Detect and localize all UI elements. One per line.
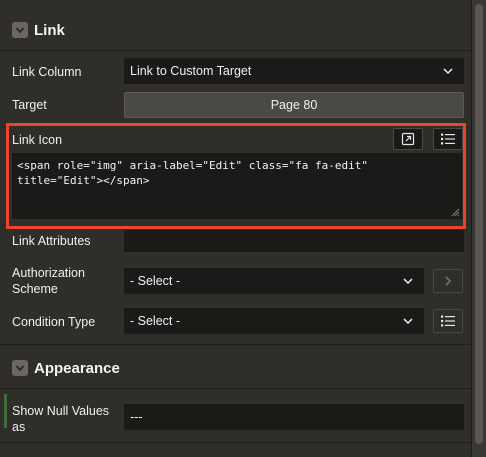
authorization-scheme-value: - Select - <box>130 274 181 288</box>
property-editor-panel: Link Link Column Link to Custom Target T… <box>0 0 472 457</box>
target-button[interactable]: Page 80 <box>124 92 464 118</box>
link-attributes-input[interactable] <box>124 230 464 252</box>
condition-type-select[interactable]: - Select - <box>124 308 424 334</box>
link-icon-textarea[interactable]: <span role="img" aria-label="Edit" class… <box>12 153 462 219</box>
show-null-values-value: --- <box>130 410 143 424</box>
authorization-scheme-select[interactable]: - Select - <box>124 268 424 294</box>
show-null-values-label-line2: as <box>12 420 26 434</box>
expand-icon <box>401 132 415 146</box>
section-header-appearance[interactable]: Appearance <box>0 348 472 388</box>
list-icon <box>441 133 455 145</box>
collapse-icon[interactable] <box>12 22 28 38</box>
chevron-down-icon <box>403 278 413 285</box>
condition-type-list-button[interactable] <box>433 309 463 333</box>
modified-marker <box>4 394 7 428</box>
list-button[interactable] <box>433 128 463 150</box>
authorization-scheme-go-button[interactable] <box>433 269 463 293</box>
list-icon <box>441 315 455 327</box>
divider <box>0 388 472 389</box>
scrollbar-thumb[interactable] <box>475 4 483 444</box>
collapse-icon[interactable] <box>12 360 28 376</box>
authorization-scheme-label-line1: Authorization <box>12 266 85 280</box>
divider <box>0 50 472 51</box>
scrollbar[interactable] <box>472 0 486 457</box>
show-null-values-input[interactable]: --- <box>124 404 464 430</box>
target-value: Page 80 <box>270 98 318 112</box>
condition-type-value: - Select - <box>130 314 181 328</box>
section-title-link: Link <box>34 21 65 39</box>
section-header-link[interactable]: Link <box>0 10 472 50</box>
divider <box>0 442 472 443</box>
link-column-label: Link Column <box>12 65 82 79</box>
link-column-value: Link to Custom Target <box>130 64 252 78</box>
link-icon-label: Link Icon <box>12 133 63 147</box>
condition-type-label: Condition Type <box>12 315 96 329</box>
chevron-right-icon <box>445 276 451 286</box>
chevron-down-icon <box>443 68 453 75</box>
chevron-down-icon <box>403 318 413 325</box>
show-null-values-label-line1: Show Null Values <box>12 404 110 418</box>
section-title-appearance: Appearance <box>34 359 120 377</box>
authorization-scheme-label-line2: Scheme <box>12 282 58 296</box>
expand-button[interactable] <box>393 128 423 150</box>
divider <box>0 344 472 345</box>
resize-grip-icon[interactable] <box>451 208 460 217</box>
target-label: Target <box>12 98 47 112</box>
link-column-select[interactable]: Link to Custom Target <box>124 58 464 84</box>
link-attributes-label: Link Attributes <box>12 234 91 248</box>
